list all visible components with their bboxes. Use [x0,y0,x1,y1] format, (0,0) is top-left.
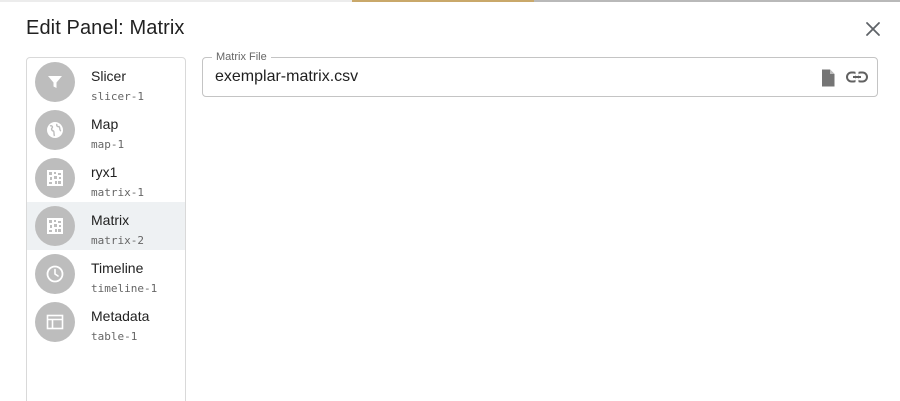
panel-list: Slicer slicer-1 Map map-1 ryx1 matrix-1 … [26,57,186,401]
panel-item-id: table-1 [91,330,138,343]
panel-item-label: ryx1 [91,164,118,180]
matrix-file-input[interactable] [215,66,795,88]
background-accent [352,0,534,2]
link-button[interactable] [845,67,869,87]
panel-item-map[interactable]: Map map-1 [27,106,185,154]
panel-item-label: Metadata [91,308,150,324]
panel-item-timeline[interactable]: Timeline timeline-1 [27,250,185,298]
matrix-file-field: Matrix File [202,50,878,97]
background-accent-2 [534,0,900,2]
matrix-icon [47,218,63,234]
avatar [35,62,75,102]
clock-icon [46,265,64,283]
filter-icon [48,76,62,88]
panel-item-label: Slicer [91,68,127,84]
file-icon [822,69,835,87]
dialog-title: Edit Panel: Matrix [26,17,185,39]
table-icon [46,314,64,330]
avatar [35,254,75,294]
panel-item-id: slicer-1 [91,90,144,103]
panel-item-id: matrix-1 [91,186,144,199]
panel-item-label: Matrix [91,212,130,228]
panel-item-metadata[interactable]: Metadata table-1 [27,298,185,346]
globe-icon [47,122,63,138]
panel-item-label: Map [91,116,119,132]
avatar [35,158,75,198]
panel-item-slicer[interactable]: Slicer slicer-1 [27,58,185,106]
panel-item-matrix[interactable]: Matrix matrix-2 [27,202,185,250]
panel-item-id: map-1 [91,138,125,151]
background-app-strip [0,0,900,2]
close-button[interactable] [861,17,885,41]
matrix-icon [47,170,63,186]
panel-item-id: matrix-2 [91,234,144,247]
matrix-file-label: Matrix File [212,50,271,64]
link-icon [846,71,868,83]
avatar [35,206,75,246]
panel-item-id: timeline-1 [91,282,158,295]
avatar [35,110,75,150]
panel-item-ryx1[interactable]: ryx1 matrix-1 [27,154,185,202]
close-icon [866,22,880,36]
panel-item-label: Timeline [91,260,144,276]
avatar [35,302,75,342]
file-button[interactable] [819,68,837,88]
